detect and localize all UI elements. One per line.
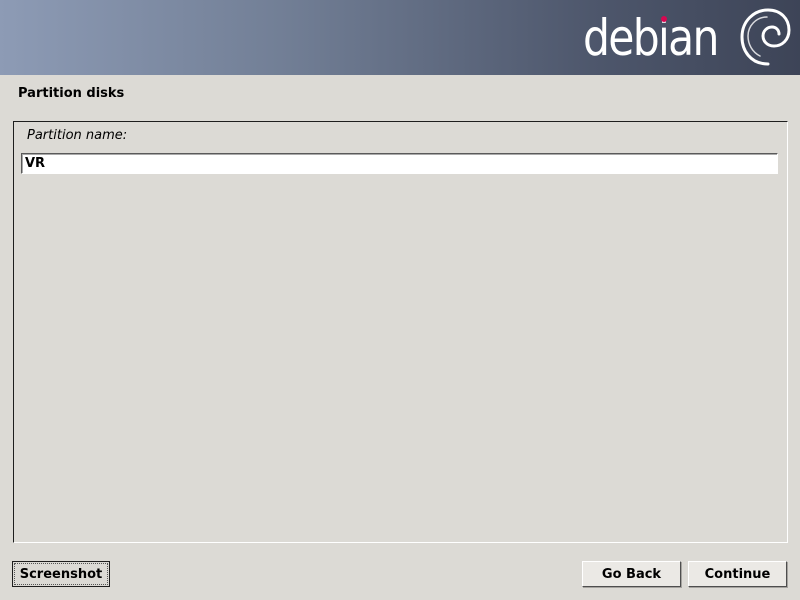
logo-dot — [661, 16, 667, 22]
screenshot-button-label: Screenshot — [14, 563, 108, 585]
go-back-button[interactable]: Go Back — [582, 561, 681, 587]
continue-button[interactable]: Continue — [688, 561, 787, 587]
debian-banner: debian — [0, 0, 800, 75]
partition-name-label: Partition name: — [27, 128, 128, 143]
page-title: Partition disks — [18, 86, 125, 101]
content-panel: Partition name: — [13, 121, 788, 543]
debian-swirl-icon — [740, 8, 791, 66]
debian-logo-text: debian — [583, 9, 719, 67]
screenshot-button[interactable]: Screenshot — [12, 561, 110, 587]
partition-name-input[interactable] — [21, 153, 778, 174]
